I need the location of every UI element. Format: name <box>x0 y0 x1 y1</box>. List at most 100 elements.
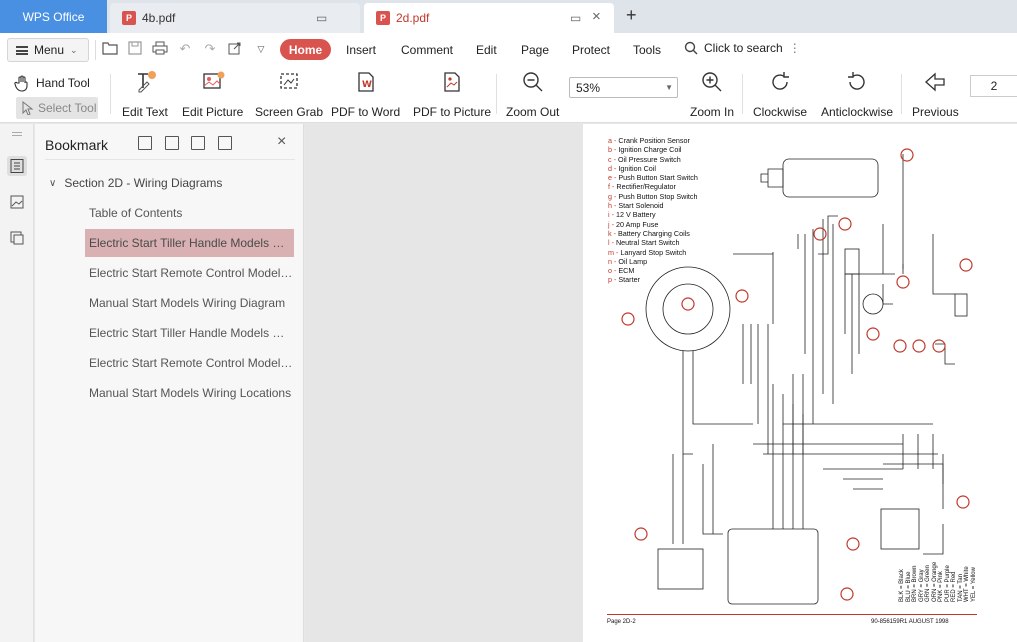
zoom-out-icon <box>520 69 546 95</box>
wps-office-tab[interactable]: WPS Office <box>0 0 107 33</box>
divider <box>110 74 111 114</box>
screen-grab-icon <box>276 69 302 95</box>
collapse-all-icon[interactable] <box>165 136 179 150</box>
bookmark-section-label: Section 2D - Wiring Diagrams <box>64 176 223 190</box>
pdf-to-picture-label: PDF to Picture <box>413 105 492 119</box>
pdf-file-icon: P <box>122 11 136 25</box>
page-footer-right: 90-856159R1 AUGUST 1998 <box>871 619 949 625</box>
divider <box>95 40 96 60</box>
edit-text-button[interactable]: Edit Text <box>122 69 168 119</box>
hand-tool-button[interactable]: Hand Tool <box>14 74 90 92</box>
bookmark-item[interactable]: Electric Start Remote Control Models Wir… <box>85 349 294 377</box>
bookmark-item-label: Table of Contents <box>89 206 183 220</box>
rotate-clockwise-icon <box>767 69 793 95</box>
zoom-out-button[interactable]: Zoom Out <box>506 69 559 119</box>
thumbnail-panel-icon[interactable] <box>7 192 27 212</box>
bookmark-item-label: Electric Start Remote Control Models Wir… <box>89 266 294 280</box>
more-options-icon[interactable]: ⋮ <box>789 41 801 55</box>
zoom-level-select[interactable]: 53% ▼ <box>569 77 678 98</box>
hamburger-icon <box>16 45 28 55</box>
bookmark-item[interactable]: Electric Start Tiller Handle Models Wiri… <box>85 319 294 347</box>
attachment-panel-icon[interactable] <box>7 228 27 248</box>
rotate-anticlockwise-icon <box>844 69 870 95</box>
color-key: BLK = Black BLU = Blue BRN = Brown GRY = Gr… <box>899 512 977 602</box>
bookmark-section[interactable]: ∨ Section 2D - Wiring Diagrams <box>49 176 222 190</box>
new-tab-icon[interactable]: + <box>626 5 637 26</box>
zoom-in-icon <box>699 69 725 95</box>
menu-bar: Menu ⌄ ↶ ↷ ▽ Home Insert Comment Edit Pa… <box>0 33 1017 66</box>
chevron-down-icon: ⌄ <box>70 44 78 55</box>
pdf-to-word-button[interactable]: W PDF to Word <box>331 69 400 119</box>
undo-icon[interactable]: ↶ <box>177 41 193 57</box>
window-icon[interactable]: ▭ <box>570 11 581 25</box>
select-tool-button[interactable]: Select Tool <box>16 97 98 119</box>
open-folder-icon[interactable] <box>102 41 118 57</box>
search-box[interactable]: Click to search ⋮ <box>684 41 801 55</box>
rotate-clockwise-button[interactable]: Clockwise <box>753 69 807 119</box>
edit-picture-label: Edit Picture <box>182 105 244 119</box>
bookmark-panel: Bookmark × ∨ Section 2D - Wiring Diagram… <box>35 124 304 642</box>
ecm-shape <box>727 528 819 605</box>
page-footer-left: Page 2D-2 <box>607 619 636 625</box>
rotate-anticlockwise-button[interactable]: Anticlockwise <box>821 69 893 119</box>
tab-2d-pdf[interactable]: P 2d.pdf ▭ × <box>364 3 614 33</box>
bookmark-item[interactable]: Manual Start Models Wiring Diagram <box>85 289 294 317</box>
zoom-out-label: Zoom Out <box>506 105 560 119</box>
select-tool-label: Select Tool <box>38 101 97 115</box>
tab-label: 2d.pdf <box>396 11 430 25</box>
previous-label: Previous <box>912 105 959 119</box>
close-icon[interactable]: × <box>277 133 286 151</box>
bookmark-item-label: Electric Start Tiller Handle Models Wiri… <box>89 326 294 340</box>
bookmark-item[interactable]: Manual Start Models Wiring Locations <box>85 379 294 407</box>
expand-all-icon[interactable] <box>138 136 152 150</box>
hand-icon <box>14 75 28 92</box>
tab-protect[interactable]: Protect <box>572 43 610 57</box>
menu-button[interactable]: Menu ⌄ <box>7 38 89 62</box>
tab-page[interactable]: Page <box>521 43 549 57</box>
bookmark-item-selected[interactable]: Electric Start Tiller Handle Models Wiri… <box>85 229 294 257</box>
screen-grab-label: Screen Grab <box>255 105 324 119</box>
bookmark-title: Bookmark <box>45 137 109 153</box>
tab-tools[interactable]: Tools <box>633 43 661 57</box>
add-bookmark-icon[interactable] <box>191 136 205 150</box>
previous-page-button[interactable]: Previous <box>912 69 959 119</box>
arrow-left-icon <box>922 69 948 95</box>
print-icon[interactable] <box>152 41 168 57</box>
bookmark-panel-icon[interactable] <box>7 156 27 176</box>
hand-tool-label: Hand Tool <box>36 76 90 90</box>
tab-label: 4b.pdf <box>142 11 176 25</box>
save-icon[interactable] <box>127 41 143 57</box>
quick-access-dropdown-icon[interactable]: ▽ <box>253 41 269 57</box>
cursor-arrow-icon <box>22 101 34 115</box>
chevron-down-icon[interactable]: ∨ <box>49 178 56 189</box>
export-icon[interactable] <box>227 41 243 57</box>
divider <box>45 159 295 160</box>
redo-icon[interactable]: ↷ <box>202 41 218 57</box>
bookmark-item[interactable]: Table of Contents <box>85 199 294 227</box>
pdf-file-icon: P <box>376 11 390 25</box>
close-tab-icon[interactable]: × <box>592 8 601 25</box>
side-rail <box>0 124 34 642</box>
screen-grab-button[interactable]: Screen Grab <box>255 69 323 119</box>
anticlockwise-label: Anticlockwise <box>821 105 894 119</box>
divider <box>901 74 902 114</box>
bookmark-options-icon[interactable] <box>218 136 232 150</box>
edit-picture-button[interactable]: Edit Picture <box>182 69 243 119</box>
bookmark-item-label: Manual Start Models Wiring Diagram <box>89 296 286 310</box>
tab-comment[interactable]: Comment <box>401 43 453 57</box>
bookmark-item[interactable]: Electric Start Remote Control Models Wir… <box>85 259 294 287</box>
zoom-in-button[interactable]: Zoom In <box>690 69 734 119</box>
tab-home[interactable]: Home <box>280 39 331 60</box>
pdf-to-picture-icon <box>439 69 465 95</box>
footer-rule <box>607 614 977 615</box>
pdf-page[interactable]: a - Crank Position Sensor b - Ignition Ch… <box>583 124 1017 642</box>
ribbon-toolbar: Hand Tool Select Tool Edit Text Edit Pic… <box>0 66 1017 123</box>
tab-4b-pdf[interactable]: P 4b.pdf ▭ <box>110 3 360 33</box>
tab-insert[interactable]: Insert <box>346 43 376 57</box>
edit-picture-icon <box>200 69 226 95</box>
color-key-item: YEL = Yellow <box>970 567 977 602</box>
window-icon[interactable]: ▭ <box>316 11 327 25</box>
tab-edit[interactable]: Edit <box>476 43 497 57</box>
pdf-to-picture-button[interactable]: PDF to Picture <box>413 69 491 119</box>
page-number-input[interactable]: 2 <box>970 75 1017 97</box>
